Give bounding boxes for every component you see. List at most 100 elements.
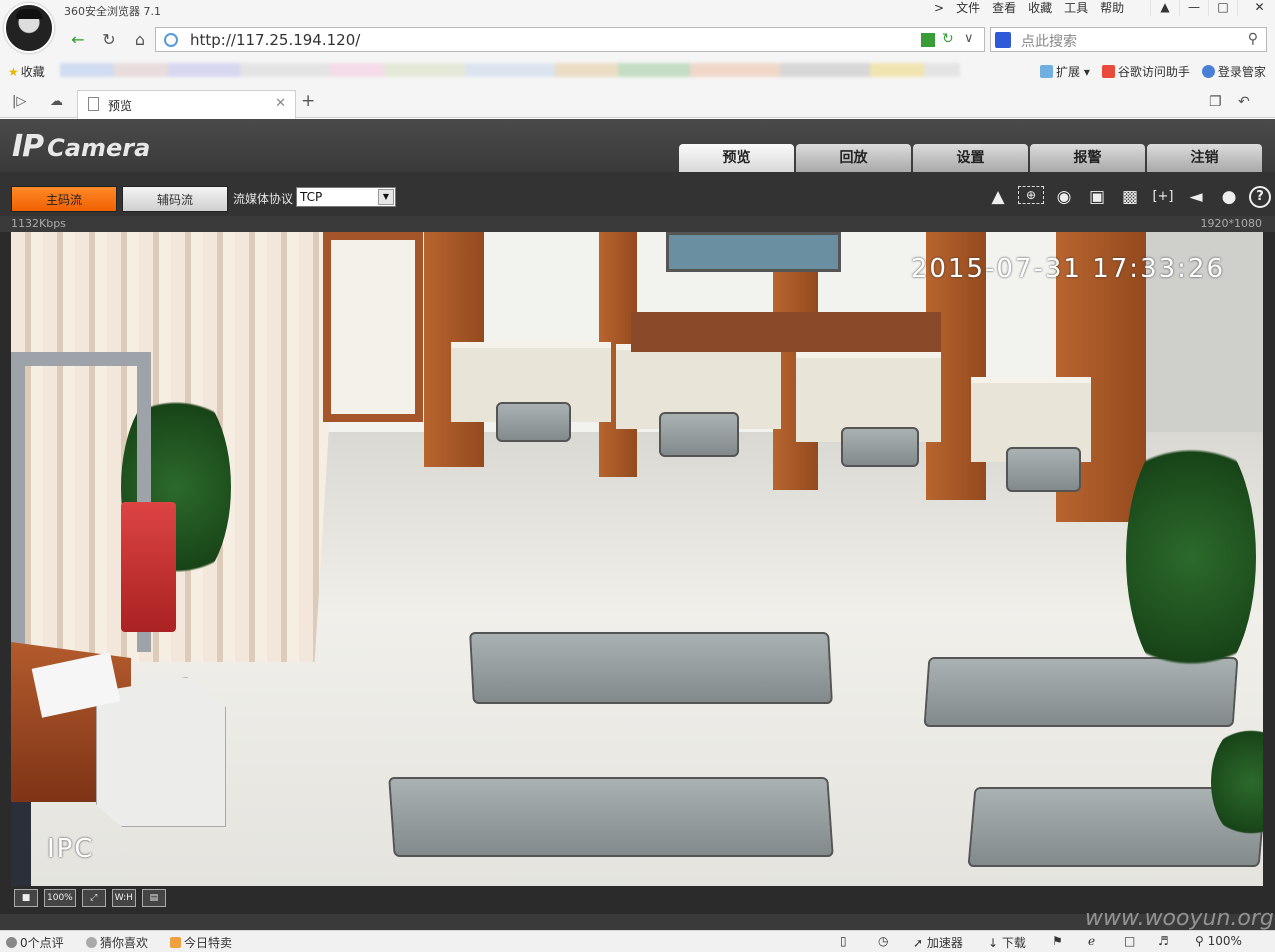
star-icon: ★	[8, 65, 19, 79]
minimize-icon[interactable]: —	[1179, 0, 1208, 16]
bottom-strip	[0, 914, 1275, 930]
fit-window-icon[interactable]: ⤢	[81, 889, 106, 907]
zoom-icon: ⚲	[1195, 934, 1204, 948]
address-bar[interactable]: http://117.25.194.120/ ↻ ∨	[155, 27, 985, 52]
record-icon[interactable]: ▩	[1117, 186, 1143, 208]
menu-tools[interactable]: 工具	[1058, 0, 1094, 16]
menu-file[interactable]: 文件	[950, 0, 986, 16]
close-icon[interactable]: ✕	[1237, 0, 1275, 16]
live-video[interactable]: 2015-07-31 17:33:26 IPC	[11, 232, 1263, 886]
bookmarks-right: 扩展 ▾ 谷歌访问助手 登录管家	[1040, 63, 1266, 80]
zoom-item[interactable]: ⚲ 100%	[1195, 934, 1242, 948]
protocol-label: 流媒体协议	[233, 192, 294, 206]
chevron-down-icon[interactable]: ▼	[378, 189, 394, 205]
mobile-icon[interactable]: ▯	[840, 934, 847, 948]
resolution-label: 1920*1080	[1200, 217, 1263, 230]
gift-icon	[170, 937, 181, 948]
menu-view[interactable]: 查看	[986, 0, 1022, 16]
camera-tabs: 预览 回放 设置 报警 注销	[679, 144, 1262, 172]
ie-icon[interactable]: ℯ	[1088, 934, 1095, 948]
sub-stream-button[interactable]: 辅码流	[122, 186, 228, 212]
guess-item[interactable]: 猜你喜欢	[86, 934, 148, 951]
menu-favorites[interactable]: 收藏	[1022, 0, 1058, 16]
rocket-icon: ➚	[913, 936, 924, 950]
google-helper-icon	[1101, 65, 1115, 78]
tab-logout[interactable]: 注销	[1147, 144, 1262, 172]
ptz-icon[interactable]: ■	[14, 889, 38, 907]
alarm-icon[interactable]: ▲	[985, 186, 1011, 208]
new-tab-icon[interactable]: +	[301, 91, 315, 111]
address-url[interactable]: http://117.25.194.120/	[190, 31, 360, 49]
tab-settings[interactable]: 设置	[913, 144, 1028, 172]
title-bar: 360安全浏览器 7.1 > 文件 查看 收藏 工具 帮助 ▲ — □ ✕	[0, 0, 1275, 22]
volume-icon[interactable]: ◄	[1183, 186, 1209, 208]
smooth-icon[interactable]: ▤	[141, 889, 166, 907]
bookmarks-bar: ★ 收藏 扩展 ▾ 谷歌访问助手 登录管家	[0, 57, 1275, 86]
protocol-select[interactable]: TCP ▼	[296, 187, 396, 207]
tab-bar: |▷ ☁ 预览 ✕ + ❐ ↶	[0, 86, 1275, 119]
heart-icon	[86, 937, 97, 948]
video-scene	[11, 232, 1263, 886]
back-icon[interactable]: ←	[66, 29, 90, 51]
user-avatar[interactable]	[4, 3, 54, 53]
search-icon[interactable]: ⚲	[1248, 31, 1258, 47]
search-input[interactable]: 点此搜索	[1021, 31, 1077, 51]
compat-mode-icon[interactable]: ↻	[942, 31, 954, 47]
chevron-down-icon[interactable]: ∨	[964, 31, 974, 46]
tab-preview-live[interactable]: 预览	[679, 144, 794, 172]
window-icon[interactable]: □	[1124, 934, 1135, 948]
comments-item[interactable]: 0个点评	[6, 934, 64, 951]
camera-toolbar: ▲ ⊕ ◉ ▣ ▩ [+] ◄ ● ?	[985, 186, 1271, 208]
tab-label: 预览	[108, 99, 133, 113]
qr-code-icon[interactable]	[921, 33, 935, 47]
microphone-icon[interactable]: ●	[1216, 186, 1242, 208]
aspect-ratio-button[interactable]: W:H	[111, 889, 136, 907]
video-osd-label: IPC	[47, 834, 95, 864]
search-engine-icon[interactable]	[995, 32, 1011, 48]
menu-help[interactable]: 帮助	[1094, 0, 1130, 16]
sidebar-toggle-icon[interactable]: |▷	[12, 94, 26, 109]
tab-playback[interactable]: 回放	[796, 144, 911, 172]
accelerator-item[interactable]: ➚ 加速器	[913, 934, 963, 951]
tab-list-icon[interactable]: ❐	[1209, 94, 1222, 110]
help-icon[interactable]: ?	[1249, 186, 1271, 208]
deals-item[interactable]: 今日特卖	[170, 934, 232, 951]
menu-arrow-icon[interactable]: >	[928, 0, 950, 16]
favorites-button[interactable]: ★ 收藏	[8, 63, 45, 80]
tab-close-icon[interactable]: ✕	[275, 96, 286, 111]
login-manager-button[interactable]: 登录管家	[1201, 63, 1266, 80]
download-item[interactable]: ↓ 下载	[988, 934, 1026, 951]
speed-icon[interactable]: ◷	[878, 934, 888, 948]
google-helper-button[interactable]: 谷歌访问助手	[1101, 63, 1190, 80]
blurred-bookmarks	[60, 63, 960, 77]
search-box[interactable]: 点此搜索 ⚲	[990, 27, 1267, 52]
watermark: www.wooyun.org	[1085, 906, 1274, 931]
extensions-button[interactable]: 扩展 ▾	[1040, 63, 1090, 80]
multi-snapshot-icon[interactable]: ▣	[1084, 186, 1110, 208]
camera-body: 主码流 辅码流 流媒体协议 TCP ▼ ▲ ⊕ ◉ ▣ ▩ [+] ◄ ● ? …	[0, 172, 1275, 930]
tab-alarm[interactable]: 报警	[1030, 144, 1145, 172]
status-bar: 0个点评 猜你喜欢 今日特卖 ▯ ◷ ➚ 加速器 ↓ 下载 ⚑ ℯ □ ♬ ⚲ …	[0, 930, 1275, 952]
snapshot-icon[interactable]: ◉	[1051, 186, 1077, 208]
main-stream-button[interactable]: 主码流	[11, 186, 117, 212]
maximize-icon[interactable]: □	[1208, 0, 1237, 16]
menu-bar: > 文件 查看 收藏 工具 帮助	[928, 0, 1130, 16]
undo-close-icon[interactable]: ↶	[1238, 94, 1250, 110]
skin-icon[interactable]: ▲	[1150, 0, 1179, 16]
home-icon[interactable]: ⌂	[128, 29, 152, 51]
fullscreen-icon[interactable]: [+]	[1150, 186, 1176, 208]
navigation-bar: ← ↻ ⌂ http://117.25.194.120/ ↻ ∨ 点此搜索 ⚲	[0, 22, 1275, 57]
tab-preview[interactable]: 预览 ✕	[77, 90, 296, 119]
video-toolbar: ■ 100% ⤢ W:H ▤	[0, 886, 1275, 914]
zoom-region-icon[interactable]: ⊕	[1018, 186, 1044, 204]
reload-icon[interactable]: ↻	[97, 29, 121, 51]
bitrate-label: 1132Kbps	[11, 217, 66, 230]
cloud-icon[interactable]: ☁	[50, 94, 63, 109]
login-manager-icon	[1201, 65, 1215, 78]
flag-icon[interactable]: ⚑	[1052, 934, 1063, 948]
control-bar: 主码流 辅码流 流媒体协议 TCP ▼ ▲ ⊕ ◉ ▣ ▩ [+] ◄ ● ?	[0, 172, 1275, 216]
comment-icon	[6, 937, 17, 948]
window-controls: ▲ — □ ✕	[1150, 0, 1275, 16]
original-size-button[interactable]: 100%	[44, 889, 76, 907]
sound-icon[interactable]: ♬	[1158, 934, 1169, 948]
